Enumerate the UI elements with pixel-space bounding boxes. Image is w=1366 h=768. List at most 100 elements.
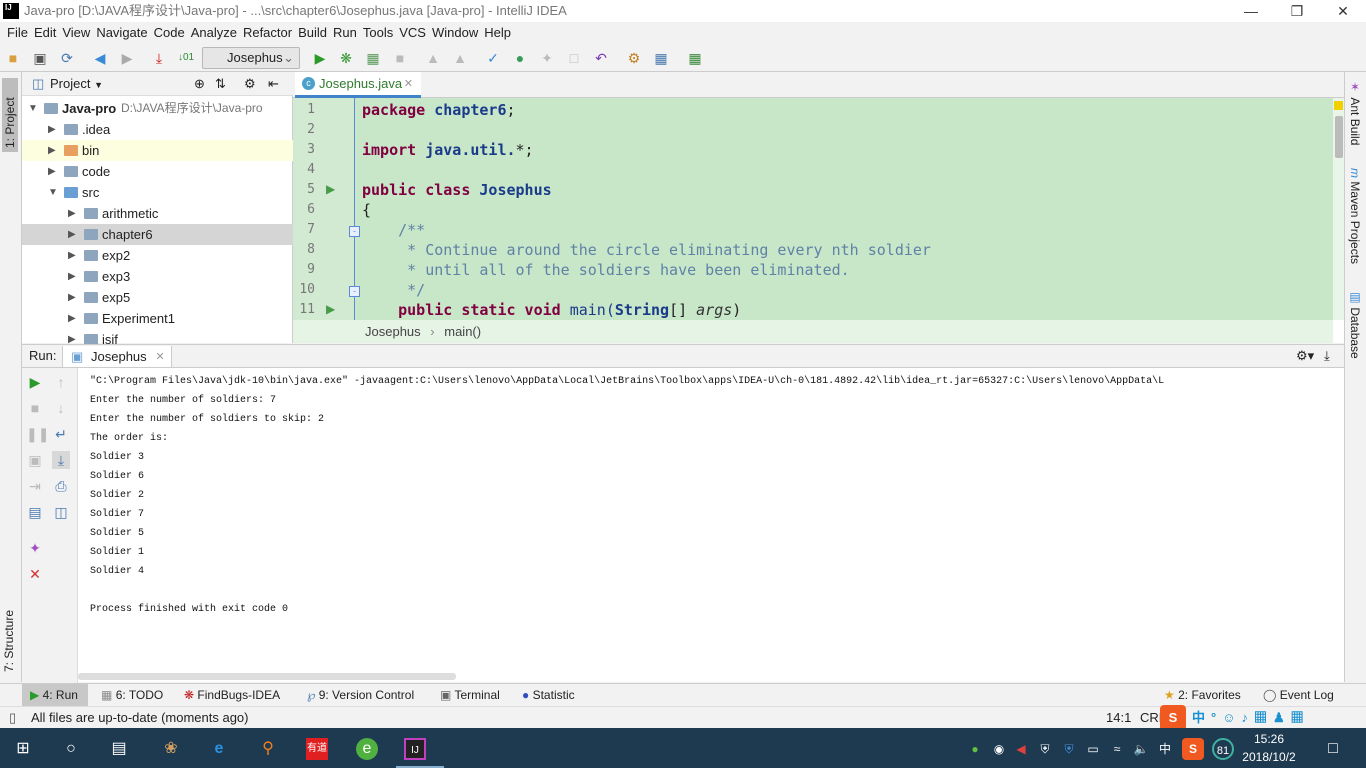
vcs-compare-icon[interactable]: ✦ bbox=[538, 49, 556, 67]
breadcrumb-class[interactable]: Josephus bbox=[365, 324, 421, 339]
menu-analyze[interactable]: Analyze bbox=[191, 25, 237, 40]
maximize-button[interactable]: ❐ bbox=[1274, 0, 1320, 22]
chevron-right-icon[interactable]: ▶ bbox=[68, 245, 76, 266]
editor-scrollbar[interactable] bbox=[1333, 98, 1344, 320]
tray-volume-icon[interactable]: 🔈 bbox=[1130, 738, 1152, 760]
tree-item[interactable]: ▶ bin bbox=[22, 140, 293, 161]
menu-vcs[interactable]: VCS bbox=[399, 25, 426, 40]
collapse-icon[interactable]: ⇅ bbox=[215, 72, 226, 96]
tray-speaker-app-icon[interactable]: ◀ bbox=[1010, 738, 1032, 760]
tray-wifi-icon[interactable]: ≈ bbox=[1106, 738, 1128, 760]
open-folder-icon[interactable]: ■ bbox=[4, 49, 22, 67]
binary-icon[interactable]: ↓01 bbox=[177, 49, 195, 67]
tool-tab-statistic[interactable]: ● Statistic bbox=[522, 684, 575, 707]
up-icon[interactable]: ↑ bbox=[52, 373, 70, 391]
down-icon[interactable]: ↓ bbox=[52, 399, 70, 417]
minimize-button[interactable]: — bbox=[1228, 0, 1274, 22]
chevron-right-icon[interactable]: ▶ bbox=[68, 224, 76, 245]
tree-item[interactable]: ▼ src bbox=[22, 182, 293, 203]
youdao-icon[interactable]: 有道 bbox=[306, 738, 328, 760]
exit-icon[interactable]: ⇥ bbox=[26, 477, 44, 495]
tray-battery-icon[interactable]: ▭ bbox=[1082, 738, 1104, 760]
project-tool-tab[interactable]: 1: Project bbox=[2, 78, 18, 152]
rerun-icon[interactable]: ▶ bbox=[26, 373, 44, 391]
back-icon[interactable]: ◀ bbox=[91, 49, 109, 67]
tool-tab-findbugs[interactable]: ❋ FindBugs-IDEA bbox=[184, 684, 280, 707]
pause-icon[interactable]: ❚❚ bbox=[26, 425, 49, 443]
tray-sogou-icon[interactable]: S bbox=[1182, 738, 1204, 760]
revert-icon[interactable]: ↶ bbox=[592, 49, 610, 67]
project-view-select[interactable]: Project ▼ bbox=[50, 72, 103, 97]
locate-icon[interactable]: ⊕ bbox=[194, 72, 205, 96]
run-icon[interactable]: ▶ bbox=[311, 49, 329, 67]
menu-navigate[interactable]: Navigate bbox=[96, 25, 147, 40]
tree-item[interactable]: ▶ chapter6 bbox=[22, 224, 293, 245]
tray-ime-indicator[interactable]: 中 bbox=[1154, 738, 1176, 760]
close-tab-icon[interactable]: ✕ bbox=[155, 346, 164, 368]
console-horizontal-scrollbar[interactable] bbox=[78, 673, 456, 680]
sync-icon[interactable]: ⟳ bbox=[58, 49, 76, 67]
chevron-right-icon[interactable]: ▶ bbox=[48, 119, 56, 140]
debug-icon[interactable]: ❋ bbox=[337, 49, 355, 67]
chevron-right-icon[interactable]: ▶ bbox=[68, 287, 76, 308]
maven-projects-tab[interactable]: m Maven Projects bbox=[1348, 168, 1362, 264]
search-app-icon[interactable]: ⚲ bbox=[257, 738, 279, 760]
menu-file[interactable]: File bbox=[7, 25, 28, 40]
test-icon[interactable]: ▲ bbox=[451, 49, 469, 67]
close-icon[interactable]: ✕ bbox=[26, 565, 44, 583]
tray-qq-icon[interactable]: ◉ bbox=[988, 738, 1010, 760]
notification-icon[interactable]: □ bbox=[1322, 738, 1344, 760]
run-configuration-select[interactable]: Josephus ⌄ bbox=[202, 47, 300, 69]
run-tab-josephus[interactable]: ▣ Josephus ✕ bbox=[62, 346, 172, 367]
tray-security-icon[interactable]: ⛨ bbox=[1058, 738, 1080, 760]
vcs-history-icon[interactable]: □ bbox=[565, 49, 583, 67]
stop-icon[interactable]: ■ bbox=[26, 399, 44, 417]
chevron-right-icon[interactable]: ▶ bbox=[68, 266, 76, 287]
close-tab-icon[interactable]: ✕ bbox=[404, 72, 413, 96]
menu-run[interactable]: Run bbox=[333, 25, 357, 40]
scroll-thumb[interactable] bbox=[1335, 116, 1343, 158]
forward-icon[interactable]: ▶ bbox=[118, 49, 136, 67]
tree-item[interactable]: ▶ code bbox=[22, 161, 293, 182]
chevron-right-icon[interactable]: ▶ bbox=[68, 308, 76, 329]
scroll-to-end-icon[interactable]: ⤓ bbox=[52, 451, 70, 469]
sdk-icon[interactable]: ▦ bbox=[686, 49, 704, 67]
vcs-update-icon[interactable]: ✓ bbox=[484, 49, 502, 67]
tool-tab-todo[interactable]: ▦ 6: TODO bbox=[101, 684, 163, 707]
database-tab[interactable]: ▤ Database bbox=[1348, 290, 1362, 359]
hide-panel-icon[interactable]: ⤓ bbox=[1324, 345, 1330, 367]
coverage-icon[interactable]: ▦ bbox=[364, 49, 382, 67]
chevron-right-icon[interactable]: ▶ bbox=[68, 203, 76, 224]
code-area[interactable]: 1 2 3 4 5 6 7 8 9 10 11 ▶ ▶ - - package chapter6; impo… bbox=[293, 98, 1333, 320]
run-class-gutter-icon[interactable]: ▶ bbox=[326, 182, 335, 196]
menu-window[interactable]: Window bbox=[432, 25, 478, 40]
tree-item[interactable]: ▶ exp3 bbox=[22, 266, 293, 287]
tray-badge[interactable]: 81 bbox=[1212, 738, 1234, 760]
tree-item[interactable]: ▶ exp2 bbox=[22, 245, 293, 266]
status-icon[interactable]: ▯ bbox=[9, 707, 16, 729]
tree-item[interactable]: ▶ arithmetic bbox=[22, 203, 293, 224]
structure-tool-tab[interactable]: 7: Structure bbox=[2, 592, 16, 672]
menu-tools[interactable]: Tools bbox=[363, 25, 393, 40]
windows-start-icon[interactable]: ⊞ bbox=[12, 738, 34, 760]
download-icon[interactable]: ⤓ bbox=[150, 49, 168, 67]
tree-root[interactable]: ▼ Java-pro D:\JAVA程序设计\Java-pro bbox=[22, 98, 293, 119]
chevron-right-icon[interactable]: ▶ bbox=[48, 140, 56, 161]
save-icon[interactable]: ▣ bbox=[31, 49, 49, 67]
tray-360-icon[interactable]: ● bbox=[964, 738, 986, 760]
tree-item[interactable]: ▶ exp5 bbox=[22, 287, 293, 308]
menu-build[interactable]: Build bbox=[298, 25, 327, 40]
task-view-icon[interactable]: ▤ bbox=[108, 738, 130, 760]
menu-refactor[interactable]: Refactor bbox=[243, 25, 292, 40]
tool-tab-terminal[interactable]: ▣ Terminal bbox=[440, 684, 500, 707]
edge-icon[interactable]: e bbox=[208, 738, 230, 760]
intellij-taskbar-icon[interactable]: IJ bbox=[404, 738, 426, 760]
project-structure-icon[interactable]: ▦ bbox=[652, 49, 670, 67]
menu-help[interactable]: Help bbox=[484, 25, 511, 40]
tray-shield-icon[interactable]: ⛨ bbox=[1034, 738, 1056, 760]
tab-josephus-java[interactable]: c Josephus.java ✕ bbox=[295, 72, 421, 98]
vcs-commit-icon[interactable]: ● bbox=[511, 49, 529, 67]
chevron-right-icon[interactable]: ▶ bbox=[48, 161, 56, 182]
gear-icon[interactable]: ⚙▾ bbox=[1296, 345, 1314, 367]
soft-wrap-icon[interactable]: ↵ bbox=[52, 425, 70, 443]
